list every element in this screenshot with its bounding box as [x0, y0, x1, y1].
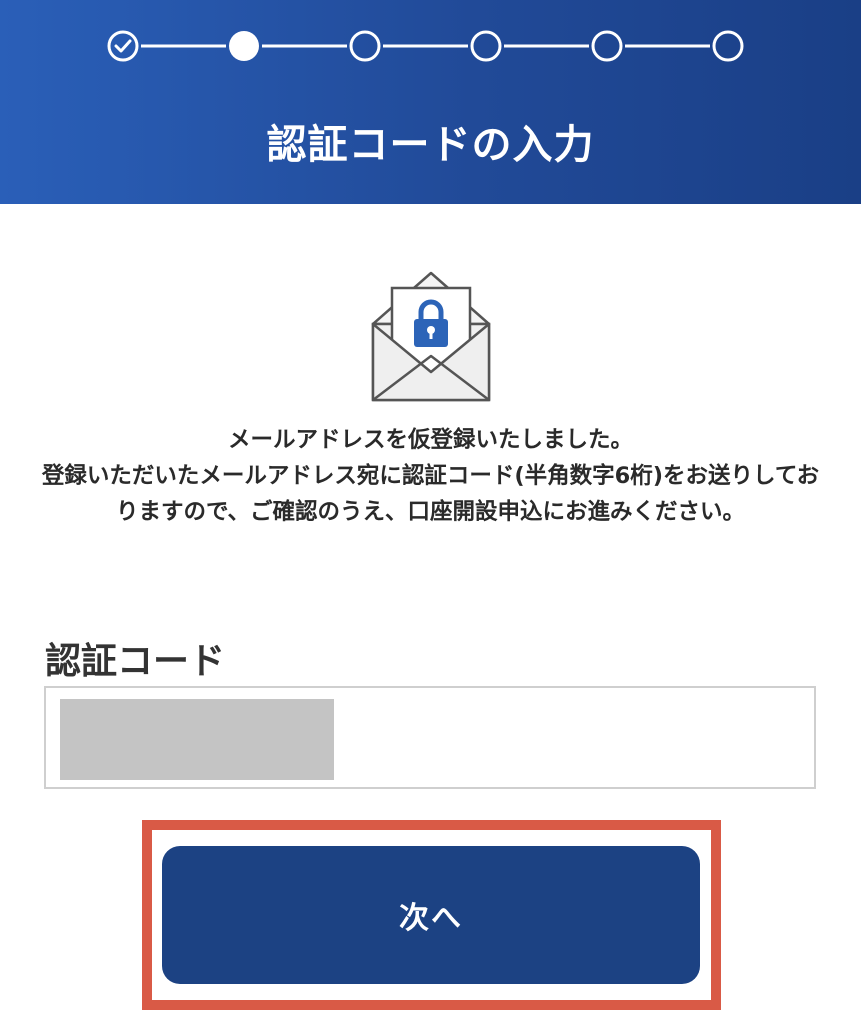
message-line-2: 登録いただいたメールアドレス宛に認証コード(半角数字6桁)をお送りしておりますの…: [41, 463, 820, 525]
code-input[interactable]: [60, 699, 334, 780]
progress-stepper: [107, 30, 744, 62]
empty-circle-icon: [712, 30, 744, 62]
header-banner: 認証コードの入力: [0, 0, 861, 204]
registration-message: メールアドレスを仮登録いたしました。 登録いただいたメールアドレス宛に認証コード…: [40, 422, 821, 530]
empty-circle-icon: [470, 30, 502, 62]
page-title: 認証コードの入力: [266, 122, 595, 168]
check-circle-icon: [107, 30, 139, 62]
next-button[interactable]: 次へ: [162, 846, 700, 984]
code-input-box[interactable]: [44, 686, 816, 789]
filled-circle-icon: [229, 31, 259, 61]
empty-circle-icon: [591, 30, 623, 62]
envelope-lock-icon: [371, 271, 491, 402]
empty-circle-icon: [349, 30, 381, 62]
message-line-1: メールアドレスを仮登録いたしました。: [227, 427, 633, 453]
code-field-label: 認証コード: [45, 641, 226, 682]
